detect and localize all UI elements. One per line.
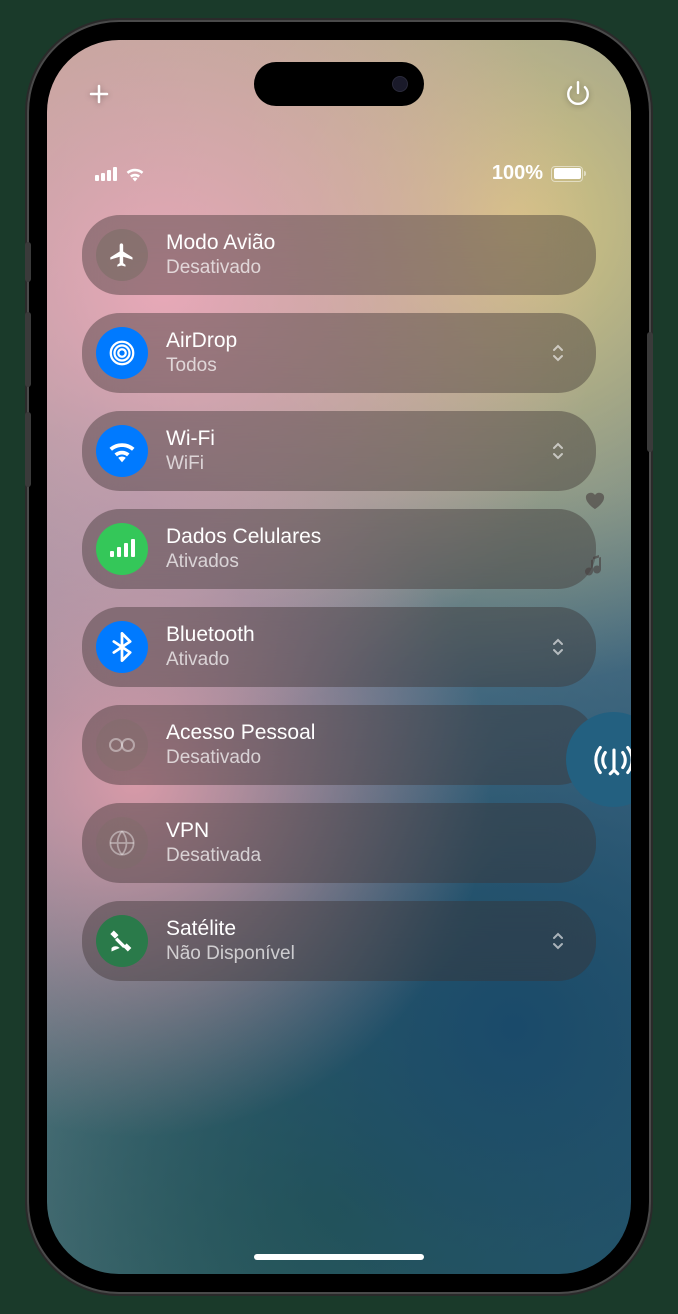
tile-subtitle: WiFi <box>166 453 532 475</box>
volume-up-button <box>25 312 31 387</box>
action-button <box>25 242 31 282</box>
wifi-icon <box>125 166 145 182</box>
heart-icon[interactable] <box>584 490 606 510</box>
volume-down-button <box>25 412 31 487</box>
vpn-tile[interactable]: VPN Desativada <box>82 803 596 883</box>
satellite-icon <box>96 915 148 967</box>
tile-title: Acesso Pessoal <box>166 721 576 745</box>
phone-frame: 100% Modo Avião Desativado <box>29 22 649 1292</box>
tile-title: Bluetooth <box>166 623 532 647</box>
add-control-button[interactable] <box>87 80 111 114</box>
tile-subtitle: Todos <box>166 355 532 377</box>
tile-subtitle: Desativada <box>166 845 576 867</box>
tile-subtitle: Desativado <box>166 747 576 769</box>
tile-subtitle: Desativado <box>166 257 576 279</box>
tile-title: Wi-Fi <box>166 427 532 451</box>
expand-icon <box>550 931 566 951</box>
battery-icon <box>551 166 583 182</box>
bluetooth-tile[interactable]: Bluetooth Ativado <box>82 607 596 687</box>
airdrop-icon <box>96 327 148 379</box>
tile-title: Modo Avião <box>166 231 576 255</box>
tile-title: Satélite <box>166 917 532 941</box>
side-button <box>647 332 653 452</box>
expand-icon <box>550 441 566 461</box>
wifi-icon <box>96 425 148 477</box>
wifi-tile[interactable]: Wi-Fi WiFi <box>82 411 596 491</box>
screen: 100% Modo Avião Desativado <box>47 40 631 1274</box>
page-indicators <box>584 490 606 579</box>
tile-title: Dados Celulares <box>166 525 576 549</box>
home-indicator[interactable] <box>254 1254 424 1260</box>
vpn-icon <box>96 817 148 869</box>
status-bar: 100% <box>47 162 631 185</box>
tile-title: AirDrop <box>166 329 532 353</box>
cellular-icon <box>96 523 148 575</box>
connectivity-panel: Modo Avião Desativado AirDrop Todos <box>82 215 596 1234</box>
satellite-tile[interactable]: Satélite Não Disponível <box>82 901 596 981</box>
tile-subtitle: Ativados <box>166 551 576 573</box>
expand-icon <box>550 343 566 363</box>
cellular-signal-icon <box>95 167 117 181</box>
tile-subtitle: Não Disponível <box>166 943 532 965</box>
music-note-icon[interactable] <box>585 555 605 579</box>
airdrop-tile[interactable]: AirDrop Todos <box>82 313 596 393</box>
cellular-data-tile[interactable]: Dados Celulares Ativados <box>82 509 596 589</box>
tile-title: VPN <box>166 819 576 843</box>
personal-hotspot-tile[interactable]: Acesso Pessoal Desativado <box>82 705 596 785</box>
bluetooth-icon <box>96 621 148 673</box>
airplane-icon <box>96 229 148 281</box>
expand-icon <box>550 637 566 657</box>
battery-percentage: 100% <box>492 162 543 185</box>
hotspot-icon <box>96 719 148 771</box>
dynamic-island <box>254 62 424 106</box>
power-button[interactable] <box>565 80 591 114</box>
tile-subtitle: Ativado <box>166 649 532 671</box>
airplane-mode-tile[interactable]: Modo Avião Desativado <box>82 215 596 295</box>
